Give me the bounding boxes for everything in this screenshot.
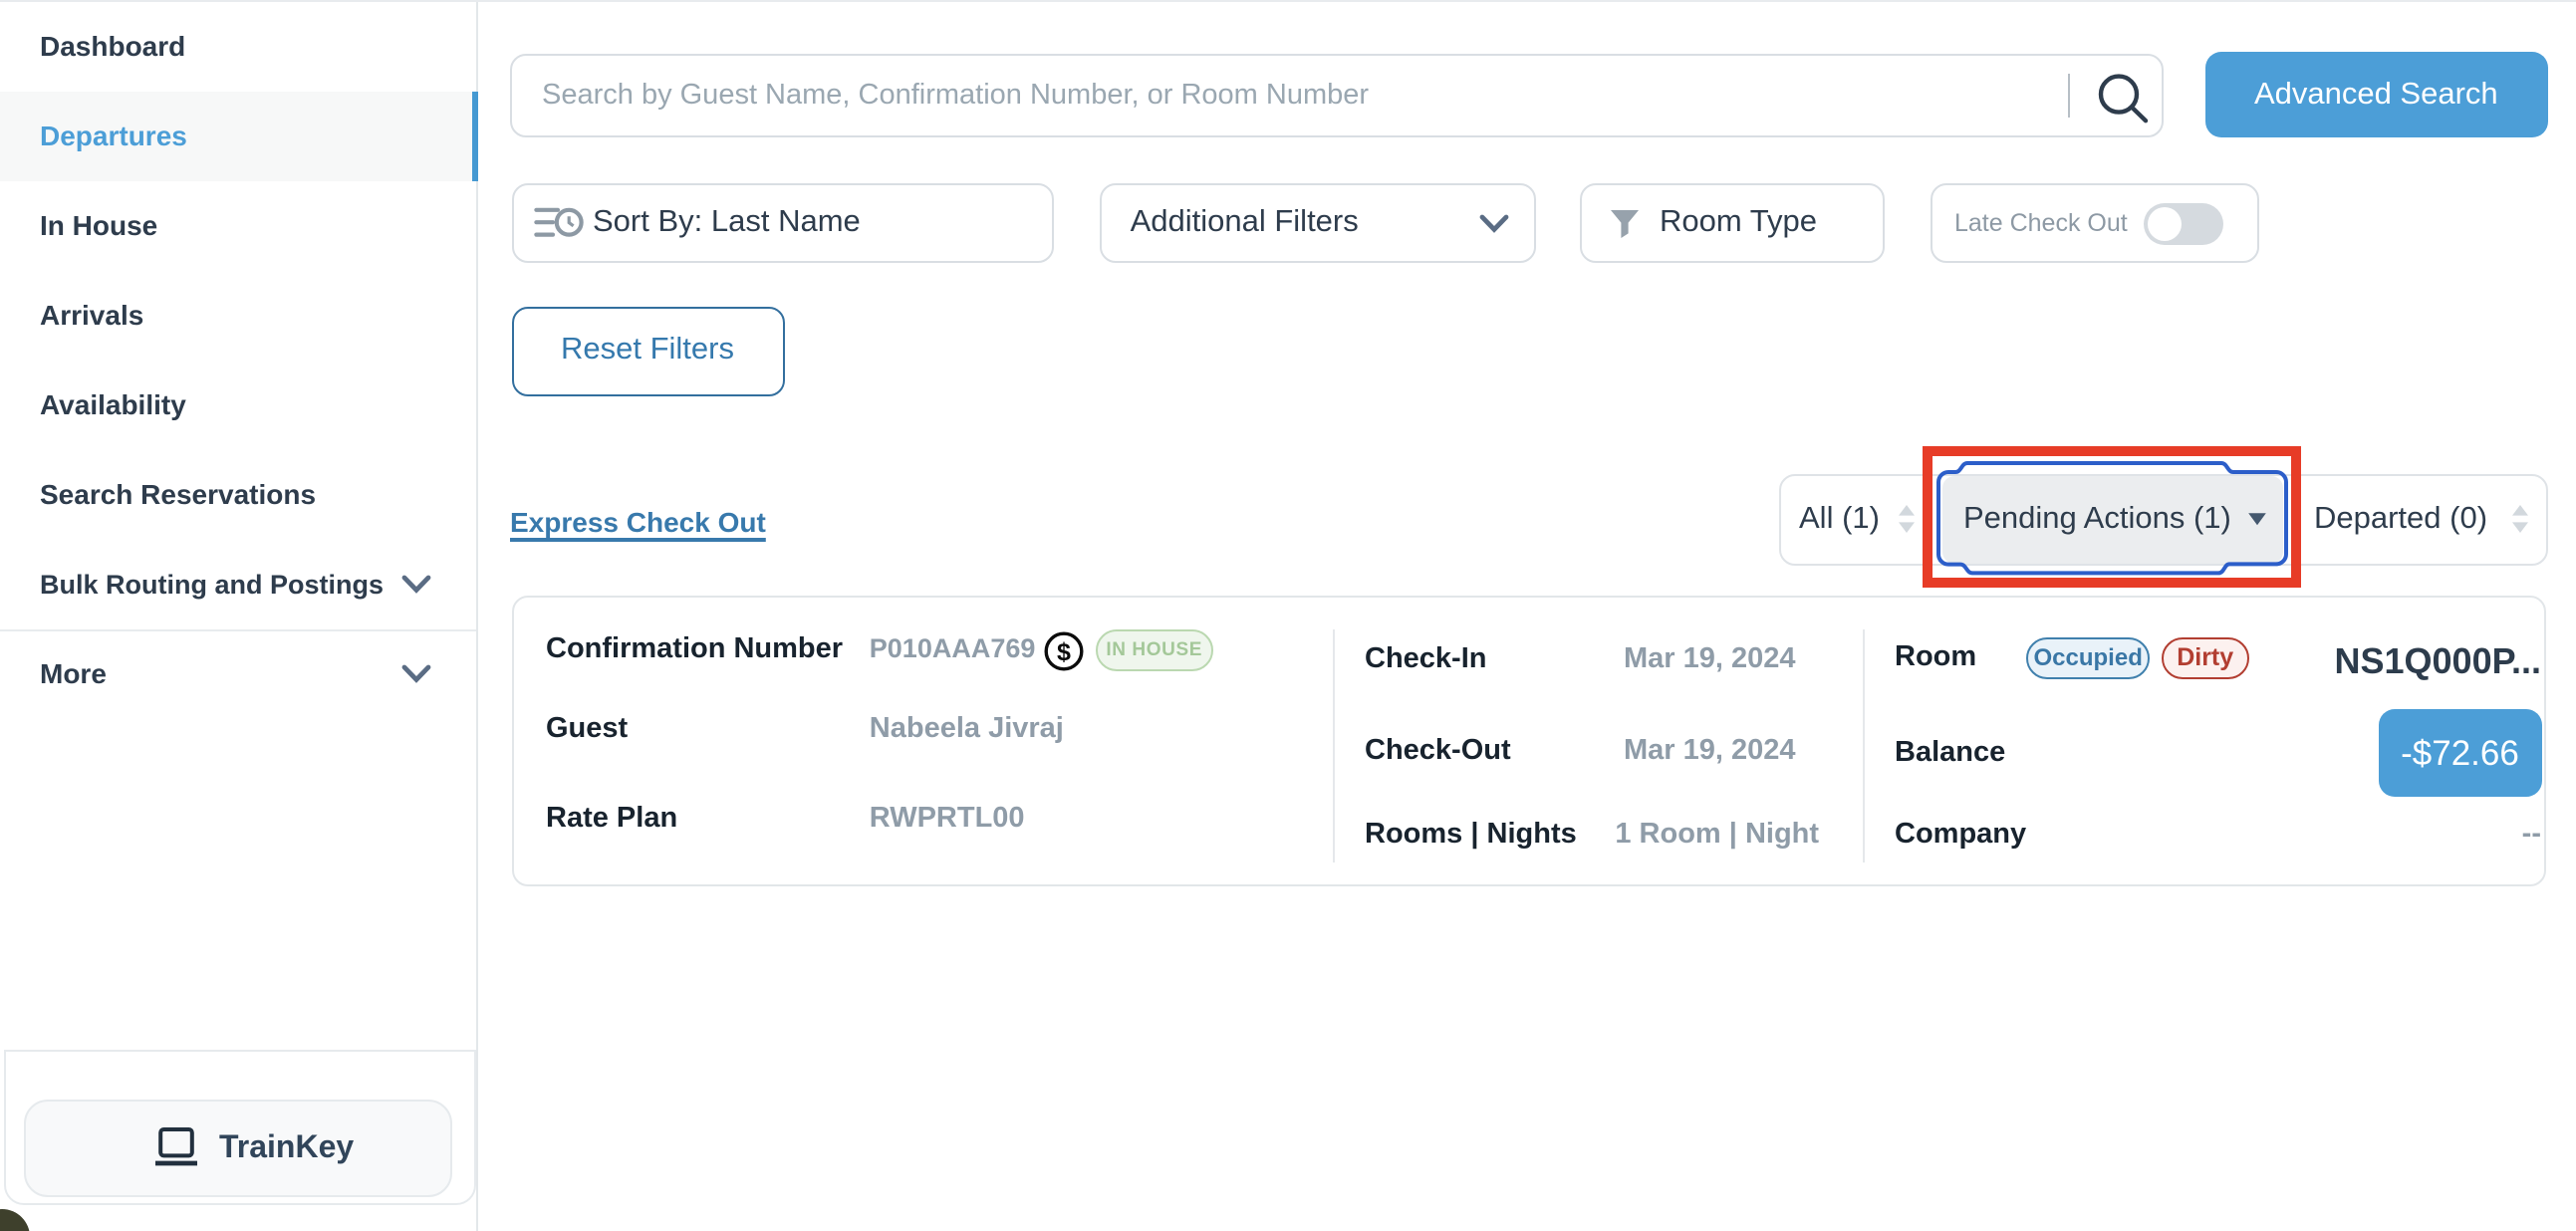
svg-text:$: $ — [1056, 637, 1070, 665]
